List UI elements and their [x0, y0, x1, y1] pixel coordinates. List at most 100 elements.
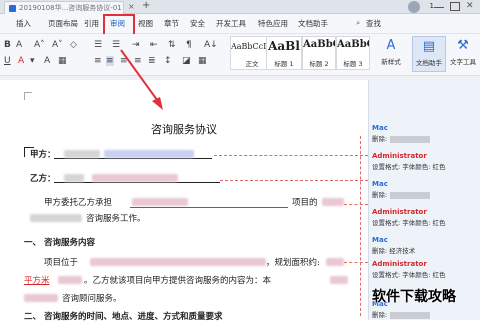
table-border-icon[interactable]: ▦ [198, 56, 207, 66]
maximize-icon[interactable] [450, 2, 460, 11]
comment-body: 删除: 经济技术 [372, 247, 416, 255]
clear-format-icon[interactable]: ◇ [70, 40, 77, 50]
style-heading-1[interactable]: AaBl 标题 1 [266, 36, 302, 70]
outdent-icon[interactable]: ⇤ [150, 40, 158, 50]
align-left-icon[interactable]: ≡ [94, 56, 102, 66]
redacted-text [390, 311, 431, 319]
style-sample: AaBl [268, 39, 300, 53]
comment-author: Administrator [372, 152, 427, 160]
para1-end: 咨询服务工作。 [86, 214, 146, 224]
text-tools-button[interactable]: ⚒ 文字工具 [446, 36, 480, 72]
window-controls: ✕ [434, 2, 476, 11]
border-icon[interactable]: ▦ [58, 56, 67, 66]
minimize-icon[interactable] [434, 2, 444, 8]
redacted-text [326, 258, 344, 266]
menu-insert[interactable]: 插入 [16, 18, 31, 29]
redacted-text [330, 276, 348, 284]
justify-icon[interactable]: ≡ [134, 56, 142, 66]
document-title: 咨询服务协议 [151, 123, 217, 136]
redacted-text [104, 150, 194, 158]
document-tab[interactable]: 20190108华...咨询服务协议-01 [4, 1, 124, 14]
highlight-icon[interactable]: ▾ [30, 56, 35, 66]
numbering-icon[interactable]: ☰ [112, 40, 120, 50]
redacted-text [64, 174, 84, 182]
style-label: 标题 2 [309, 60, 329, 68]
char-shading-icon[interactable]: A [44, 56, 50, 66]
document-tab-title: 20190108华...咨询服务协议-01 [19, 4, 122, 12]
comment-author: Mac [372, 236, 388, 244]
new-style-icon: A [386, 38, 396, 53]
redacted-text [64, 150, 100, 158]
style-heading-3[interactable]: AaBbC 标题 3 [336, 36, 370, 70]
style-heading-2[interactable]: AaBbC 标题 2 [302, 36, 336, 70]
comment-item[interactable]: Administrator 设置格式: 字体颜色: 红色 [372, 152, 446, 171]
bold-icon[interactable]: B [4, 40, 11, 50]
line-spacing-icon[interactable]: ↕ [164, 56, 172, 66]
para2-end: 咨询顾问服务。 [62, 294, 122, 304]
style-sample: AaBbC [337, 39, 369, 50]
search-icon[interactable]: ⌕ [356, 18, 360, 28]
menu-security[interactable]: 安全 [190, 18, 205, 29]
comment-connector [360, 136, 361, 316]
para1-start: 甲方委托乙方承担 [44, 198, 113, 208]
menu-features[interactable]: 特色应用 [258, 18, 288, 29]
section1-heading: 一、 咨询服务内容 [24, 238, 95, 248]
doc-assist-label: 文档助手 [416, 59, 442, 67]
new-style-label: 新样式 [381, 58, 401, 66]
font-size-icon[interactable]: A [16, 40, 22, 50]
new-style-button[interactable]: A 新样式 [374, 36, 408, 72]
menu-view[interactable]: 视图 [138, 18, 153, 29]
menu-references[interactable]: 引用 [84, 18, 99, 29]
shading-icon[interactable]: ◪ [182, 56, 191, 66]
menu-page-layout[interactable]: 页面布局 [48, 18, 78, 29]
comment-item[interactable]: Mac 删除: 经济技术 [372, 236, 415, 255]
comment-item[interactable]: Administrator 设置格式: 字体颜色: 红色 [372, 208, 446, 227]
menu-doc-assistant[interactable]: 文档助手 [298, 18, 328, 29]
wrench-icon: ⚒ [457, 38, 469, 53]
shrink-font-icon[interactable]: A˅ [52, 40, 63, 50]
tab-close-icon[interactable]: × [128, 2, 135, 11]
sort-icon[interactable]: ⇅ [168, 40, 176, 50]
comment-item[interactable]: Mac 删除: [372, 124, 431, 143]
distribute-icon[interactable]: ≣ [148, 56, 156, 66]
close-window-icon[interactable]: ✕ [466, 2, 476, 11]
party-a-label: 甲方： [30, 150, 56, 160]
redacted-text [24, 294, 58, 302]
para2-unit: 平方米 [24, 276, 50, 286]
comment-item[interactable]: Administrator 设置格式: 字体颜色: 红色 [372, 260, 446, 279]
document-icon [9, 5, 16, 12]
grow-font-icon[interactable]: A˄ [34, 40, 45, 50]
comment-author: Mac [372, 180, 388, 188]
user-avatar[interactable] [408, 1, 420, 13]
section2-heading: 二、 咨询服务的时间、地点、进度、方式和质量要求 [24, 312, 223, 322]
comment-connector [220, 180, 368, 181]
bullets-icon[interactable]: ☰ [94, 40, 102, 50]
para1-mid: 项目的 [292, 198, 318, 208]
comment-connector [214, 155, 368, 156]
indent-icon[interactable]: ⇥ [132, 40, 140, 50]
comment-body: 设置格式: 字体颜色: 红色 [372, 219, 446, 227]
party-b-label: 乙方： [30, 174, 56, 184]
menu-chapter[interactable]: 章节 [164, 18, 179, 29]
style-sample: AaBbC [303, 39, 335, 50]
comment-body: 设置格式: 字体颜色: 红色 [372, 271, 446, 279]
underline-icon[interactable]: U [4, 56, 11, 66]
align-center-icon[interactable]: ≡ [106, 56, 114, 66]
doc-assist-button[interactable]: ▤ 文档助手 [412, 36, 446, 72]
text-tools-label: 文字工具 [450, 58, 476, 66]
new-tab-icon[interactable]: + [142, 0, 150, 11]
page-corner-mark [24, 92, 32, 100]
align-right-icon[interactable]: ≡ [120, 56, 128, 66]
menu-search[interactable]: 查找 [366, 18, 381, 29]
comments-pane [368, 80, 480, 320]
comment-item[interactable]: Mac 删除: [372, 180, 431, 199]
font-color-icon[interactable]: A [18, 56, 24, 66]
menu-developer[interactable]: 开发工具 [216, 18, 246, 29]
comment-author: Administrator [372, 260, 427, 268]
comment-connector [344, 262, 368, 263]
show-marks-icon[interactable]: ¶ [186, 40, 192, 50]
party-b-underline [54, 182, 220, 183]
sort-alpha-icon[interactable]: A↓ [204, 40, 218, 50]
comment-body: 删除: [372, 191, 388, 199]
style-label: 标题 1 [274, 60, 294, 68]
